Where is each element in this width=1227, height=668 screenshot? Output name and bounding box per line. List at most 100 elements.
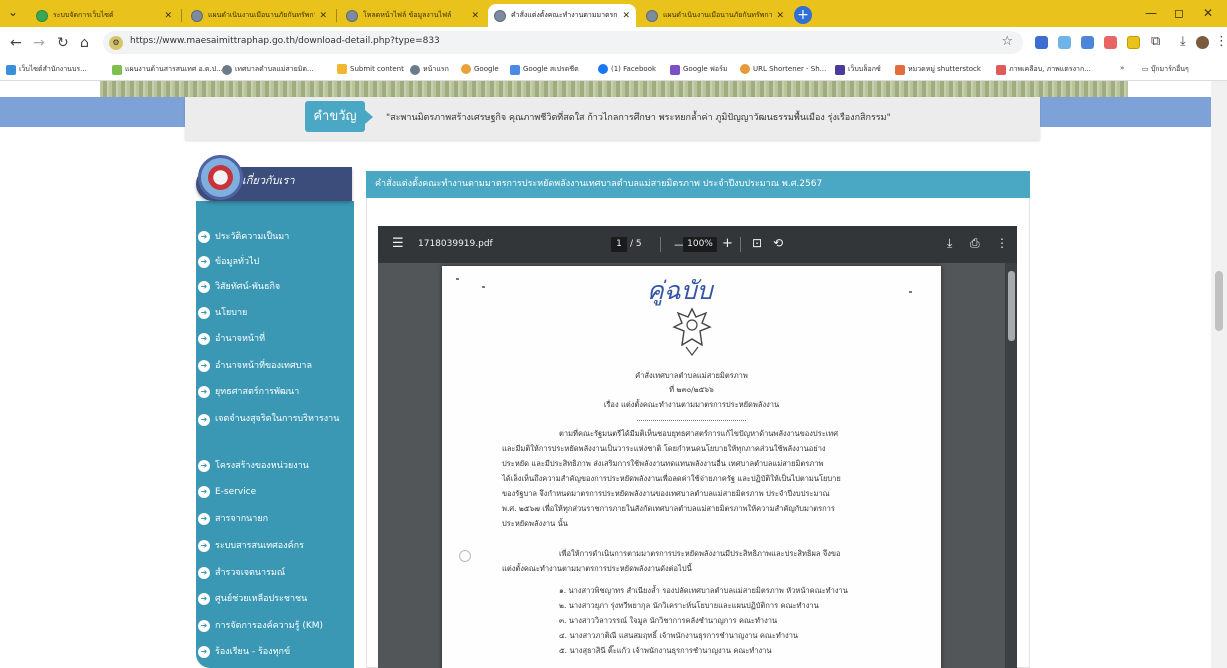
sidebar-item[interactable]: ➜ สารจากนายก <box>198 513 268 525</box>
tab-title: คำสั่งแต่งตั้งคณะทำงานตามมาตรการ <box>511 11 619 19</box>
arrow-circle-icon: ➜ <box>198 540 210 552</box>
arrow-circle-icon: ➜ <box>198 256 210 268</box>
print-icon[interactable]: ⎙ <box>970 236 980 251</box>
profile-avatar-icon[interactable] <box>1196 36 1209 49</box>
extension-icon[interactable] <box>1104 36 1117 49</box>
arrow-circle-icon: ➜ <box>198 386 210 398</box>
url-text[interactable]: https://www.maesaimittraphap.go.th/downl… <box>130 36 440 46</box>
punch-hole <box>459 550 471 562</box>
bookmark-item[interactable]: หน้าแรก <box>410 64 449 75</box>
site-favicon-icon <box>191 9 203 22</box>
bookmark-item[interactable]: Submit content <box>337 64 404 74</box>
bookmark-item[interactable]: หมวดหมู่ shutterstock <box>895 64 981 75</box>
sidebar-item[interactable]: ➜ การจัดการองค์ความรู้ (KM) <box>198 620 323 632</box>
sidebar-item[interactable]: ➜ ประวัติความเป็นมา <box>198 231 289 243</box>
bookmark-item[interactable]: แผนงานด้านสารสนเทศ อ.ต.ป... <box>112 64 223 75</box>
site-info-icon[interactable]: ⚙ <box>109 36 123 50</box>
sidebar-item[interactable]: ➜ ระบบสารสนเทศองค์กร <box>198 540 304 552</box>
bookmarks-overflow-button[interactable]: » <box>1120 64 1124 72</box>
bookmark-item[interactable]: Google <box>461 64 499 74</box>
extension-icon[interactable] <box>1035 36 1048 49</box>
fit-page-icon[interactable]: ⊡ <box>752 236 762 250</box>
more-options-icon[interactable]: ⋮ <box>996 236 1008 250</box>
sidebar-item[interactable]: ➜ ศูนย์ช่วยเหลือประชาชน <box>198 593 307 605</box>
bookmark-item[interactable]: เทศบาลตำบลแม่สายมิต... <box>222 64 314 75</box>
bookmark-item[interactable]: URL Shortener - Sh... <box>740 64 826 74</box>
page-scrollbar[interactable] <box>1211 81 1227 668</box>
arrow-circle-icon: ➜ <box>198 486 210 498</box>
sidebar-item[interactable]: ➜ นโยบาย <box>198 307 247 319</box>
page-number-input[interactable]: 1 <box>611 237 627 252</box>
google-icon <box>461 64 471 74</box>
bookmark-item[interactable]: เว็บไซต์สำนักงานบร... <box>6 64 87 75</box>
forward-icon[interactable]: → <box>33 35 45 51</box>
address-bar[interactable]: ⚙ https://www.maesaimittraphap.go.th/dow… <box>103 31 1023 54</box>
zoom-level-input[interactable]: 100% <box>683 237 717 252</box>
sidebar-item[interactable]: ➜ ร้องเรียน - ร้องทุกข์ <box>198 646 290 658</box>
bookmark-item[interactable]: Google ฟอร์ม <box>670 64 727 75</box>
back-icon[interactable]: ← <box>10 35 22 51</box>
sidebar-item[interactable]: ➜ E-service <box>198 486 256 498</box>
sidebar-item[interactable]: ➜ อำนาจหน้าที่ของเทศบาล <box>198 360 312 372</box>
arrow-circle-icon: ➜ <box>198 620 210 632</box>
arrow-circle-icon: ➜ <box>198 414 210 426</box>
download-icon[interactable]: ⤓ <box>1180 34 1186 49</box>
bookmark-item[interactable]: ภาพเคลือบ, ภาพแตรงาก... <box>996 64 1091 75</box>
doc-subject: เรื่อง แต่งตั้งคณะทำงานตามมาตรการประหยัด… <box>603 400 780 409</box>
pdf-scroll-thumb[interactable] <box>1008 271 1015 341</box>
close-icon[interactable]: ✕ <box>471 11 479 21</box>
download-icon[interactable]: ⤓ <box>947 236 952 251</box>
sidebar-item[interactable]: ➜ วิสัยทัศน์-พันธกิจ <box>198 281 280 293</box>
page-scroll-thumb[interactable] <box>1215 271 1223 331</box>
extension-icon[interactable] <box>1127 36 1140 49</box>
arrow-circle-icon: ➜ <box>198 646 210 658</box>
bookmark-item[interactable]: (1) Facebook <box>598 64 656 74</box>
other-bookmarks-folder[interactable]: ▭ บุ๊กมาร์กอื่นๆ <box>1142 64 1189 75</box>
sidebar-item[interactable]: ➜ ข้อมูลทั่วไป <box>198 256 259 268</box>
sidebar-item[interactable]: ➜ อำนาจหน้าที่ <box>198 333 265 345</box>
municipality-logo <box>198 155 243 200</box>
extension-icon[interactable] <box>1081 36 1094 49</box>
site-favicon-icon <box>346 9 358 22</box>
minimize-icon[interactable]: — <box>1145 6 1157 20</box>
rotate-icon[interactable]: ⟲ <box>773 236 783 250</box>
pdf-viewer[interactable]: ☰ 1718039919.pdf 1 / 5 — 100% + ⊡ ⟲ ⤓ ⎙ … <box>378 226 1017 668</box>
arrow-circle-icon: ➜ <box>198 307 210 319</box>
bookmark-item[interactable]: เว็บบล็อกซ์ <box>835 64 881 75</box>
doc-line: และมีมติให้การประหยัดพลังงานเป็นวาระแห่ง… <box>502 444 826 453</box>
doc-line: ของรัฐบาล จึงกำหนดมาตรการประหยัดพลังงานข… <box>502 489 830 498</box>
scan-speck <box>456 278 459 280</box>
extensions-puzzle-icon[interactable]: ⧉ <box>1151 34 1160 49</box>
motto-label: คำขวัญ <box>305 101 373 132</box>
zoom-in-icon[interactable]: + <box>722 236 733 251</box>
sidebar-item[interactable]: ➜ ยุทธศาสตร์การพัฒนา <box>198 386 299 398</box>
sidebar-item[interactable]: ➜ สำรวจเจตนารมณ์ <box>198 567 285 579</box>
tab-search-icon[interactable]: ⌄ <box>8 5 18 19</box>
new-tab-button[interactable]: + <box>794 6 812 24</box>
browser-tab[interactable]: โหลดหน้าไฟล์ ข้อมูลงานไฟล์ ✕ <box>340 4 485 27</box>
browser-tab-active[interactable]: คำสั่งแต่งตั้งคณะทำงานตามมาตรการ ✕ <box>488 4 636 27</box>
tab-title: แผนดำเนินงานเมือนานภัยกันทรัพการ <box>663 11 773 19</box>
menu-dots-icon[interactable]: ⋮ <box>1215 34 1227 49</box>
close-icon[interactable]: ✕ <box>164 11 172 21</box>
doc-line: แต่งตั้งคณะทำงานตามมาตรการประหยัดพลังงาน… <box>502 564 692 573</box>
close-icon[interactable]: ✕ <box>622 11 630 21</box>
home-icon[interactable]: ⌂ <box>80 35 89 51</box>
tab-title: โหลดหน้าไฟล์ ข้อมูลงานไฟล์ <box>363 11 452 19</box>
window-close-icon[interactable]: ✕ <box>1203 6 1213 20</box>
close-icon[interactable]: ✕ <box>319 11 327 21</box>
sidebar-item[interactable]: ➜ โครงสร้างของหน่วยงาน <box>198 460 309 472</box>
browser-tab[interactable]: แผนดำเนินงานเมือนานภัยกันทรัพการ ✕ <box>640 4 790 27</box>
bookmark-star-icon[interactable]: ☆ <box>1001 34 1013 49</box>
header-banner <box>100 81 1128 97</box>
bookmark-item[interactable]: Google สเปรดชีต <box>510 64 579 75</box>
browser-tab[interactable]: แผนดำเนินงานเมือนานภัยกันทรัพการ ✕ <box>185 4 333 27</box>
extension-icon[interactable] <box>1058 36 1071 49</box>
close-icon[interactable]: ✕ <box>776 11 784 21</box>
maximize-icon[interactable]: ◻ <box>1174 6 1184 20</box>
pdf-menu-icon[interactable]: ☰ <box>392 237 404 250</box>
sidebar-item[interactable]: ➜ เจตจำนงสุจริตในการบริหารงาน <box>198 414 345 428</box>
browser-tab[interactable]: ระบบจัดการเว็บไซต์ ✕ <box>30 4 178 27</box>
pdf-page: คู่ฉบับ คำสั่งเทศบาลตำบลแม่สายมิตรภาพ ที… <box>442 266 941 668</box>
reload-icon[interactable]: ↻ <box>57 35 69 51</box>
